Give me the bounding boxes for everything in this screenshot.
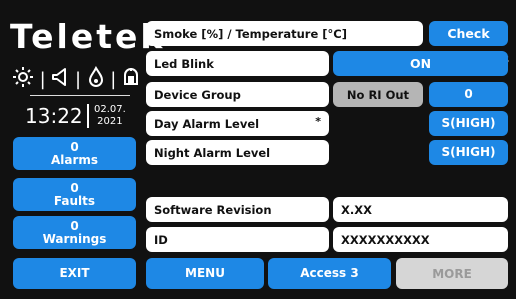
sun-icon: [12, 66, 34, 94]
bell-icon: [122, 66, 140, 94]
more-label: MORE: [432, 266, 472, 281]
check-button[interactable]: Check: [429, 21, 508, 46]
warnings-label: Warnings: [42, 231, 107, 246]
id-field: ID: [146, 227, 329, 252]
menu-label: MENU: [185, 266, 225, 280]
software-revision-value-field: X.XX: [333, 197, 508, 222]
no-ri-out-label: No RI Out: [346, 87, 410, 102]
date-day-month: 02.07.: [94, 104, 126, 115]
device-group-label: Device Group: [154, 87, 241, 102]
day-alarm-level-label: Day Alarm Level: [154, 116, 260, 131]
more-button[interactable]: MORE: [396, 258, 508, 289]
device-group-value-button[interactable]: 0: [429, 82, 508, 107]
night-alarm-level-value: S(HIGH): [441, 145, 496, 159]
device-group-value: 0: [464, 87, 473, 101]
smoke-temperature-field: Smoke [%] / Temperature [°C]: [146, 21, 423, 46]
speaker-icon: [51, 66, 69, 94]
teletek-logo: Teletek: [10, 17, 166, 56]
smoke-temperature-label: Smoke [%] / Temperature [°C]: [154, 26, 347, 41]
access-level-button[interactable]: Access 3: [268, 258, 391, 289]
faults-label: Faults: [53, 193, 96, 208]
separator: |: [110, 69, 117, 90]
day-alarm-level-value: S(HIGH): [441, 116, 496, 130]
led-blink-value: ON: [409, 56, 432, 71]
night-alarm-level-field: Night Alarm Level: [146, 140, 329, 165]
status-icons-bar: | | |: [12, 65, 140, 94]
status-divider: [30, 95, 130, 96]
id-value: XXXXXXXXXX: [341, 232, 430, 247]
modified-marker: *: [315, 115, 321, 128]
exit-label: EXIT: [59, 266, 90, 280]
warnings-button[interactable]: 0 Warnings: [13, 216, 136, 249]
id-value-field: XXXXXXXXXX: [333, 227, 508, 252]
device-group-field: Device Group: [146, 82, 329, 107]
day-alarm-level-field: Day Alarm Level *: [146, 111, 329, 136]
alarms-label: Alarms: [50, 152, 99, 167]
date-year: 2021: [97, 116, 123, 127]
day-alarm-level-button[interactable]: S(HIGH): [429, 111, 508, 136]
software-revision-field: Software Revision: [146, 197, 329, 222]
no-ri-out-button[interactable]: No RI Out: [333, 82, 423, 107]
exit-button[interactable]: EXIT: [13, 258, 136, 289]
separator: |: [74, 69, 82, 90]
id-label: ID: [154, 232, 168, 247]
warnings-count: 0: [70, 218, 79, 233]
led-blink-field: Led Blink: [146, 51, 329, 76]
access-level-label: Access 3: [300, 266, 359, 280]
time-date-separator: [87, 104, 89, 128]
alarms-count: 0: [70, 139, 79, 154]
clock-date: 02.07. 2021: [94, 104, 126, 128]
clock-time: 13:22: [25, 104, 83, 128]
separator: |: [39, 69, 46, 90]
software-revision-value: X.XX: [341, 202, 372, 217]
check-label: Check: [447, 26, 490, 41]
night-alarm-level-label: Night Alarm Level: [154, 145, 271, 160]
fire-icon: [87, 65, 105, 94]
led-blink-label: Led Blink: [154, 56, 214, 71]
faults-button[interactable]: 0 Faults: [13, 178, 136, 211]
night-alarm-level-button[interactable]: S(HIGH): [429, 140, 508, 165]
led-blink-toggle[interactable]: ON: [333, 51, 508, 76]
menu-button[interactable]: MENU: [146, 258, 264, 289]
software-revision-label: Software Revision: [154, 202, 272, 217]
faults-count: 0: [70, 180, 79, 195]
alarms-button[interactable]: 0 Alarms: [13, 137, 136, 170]
